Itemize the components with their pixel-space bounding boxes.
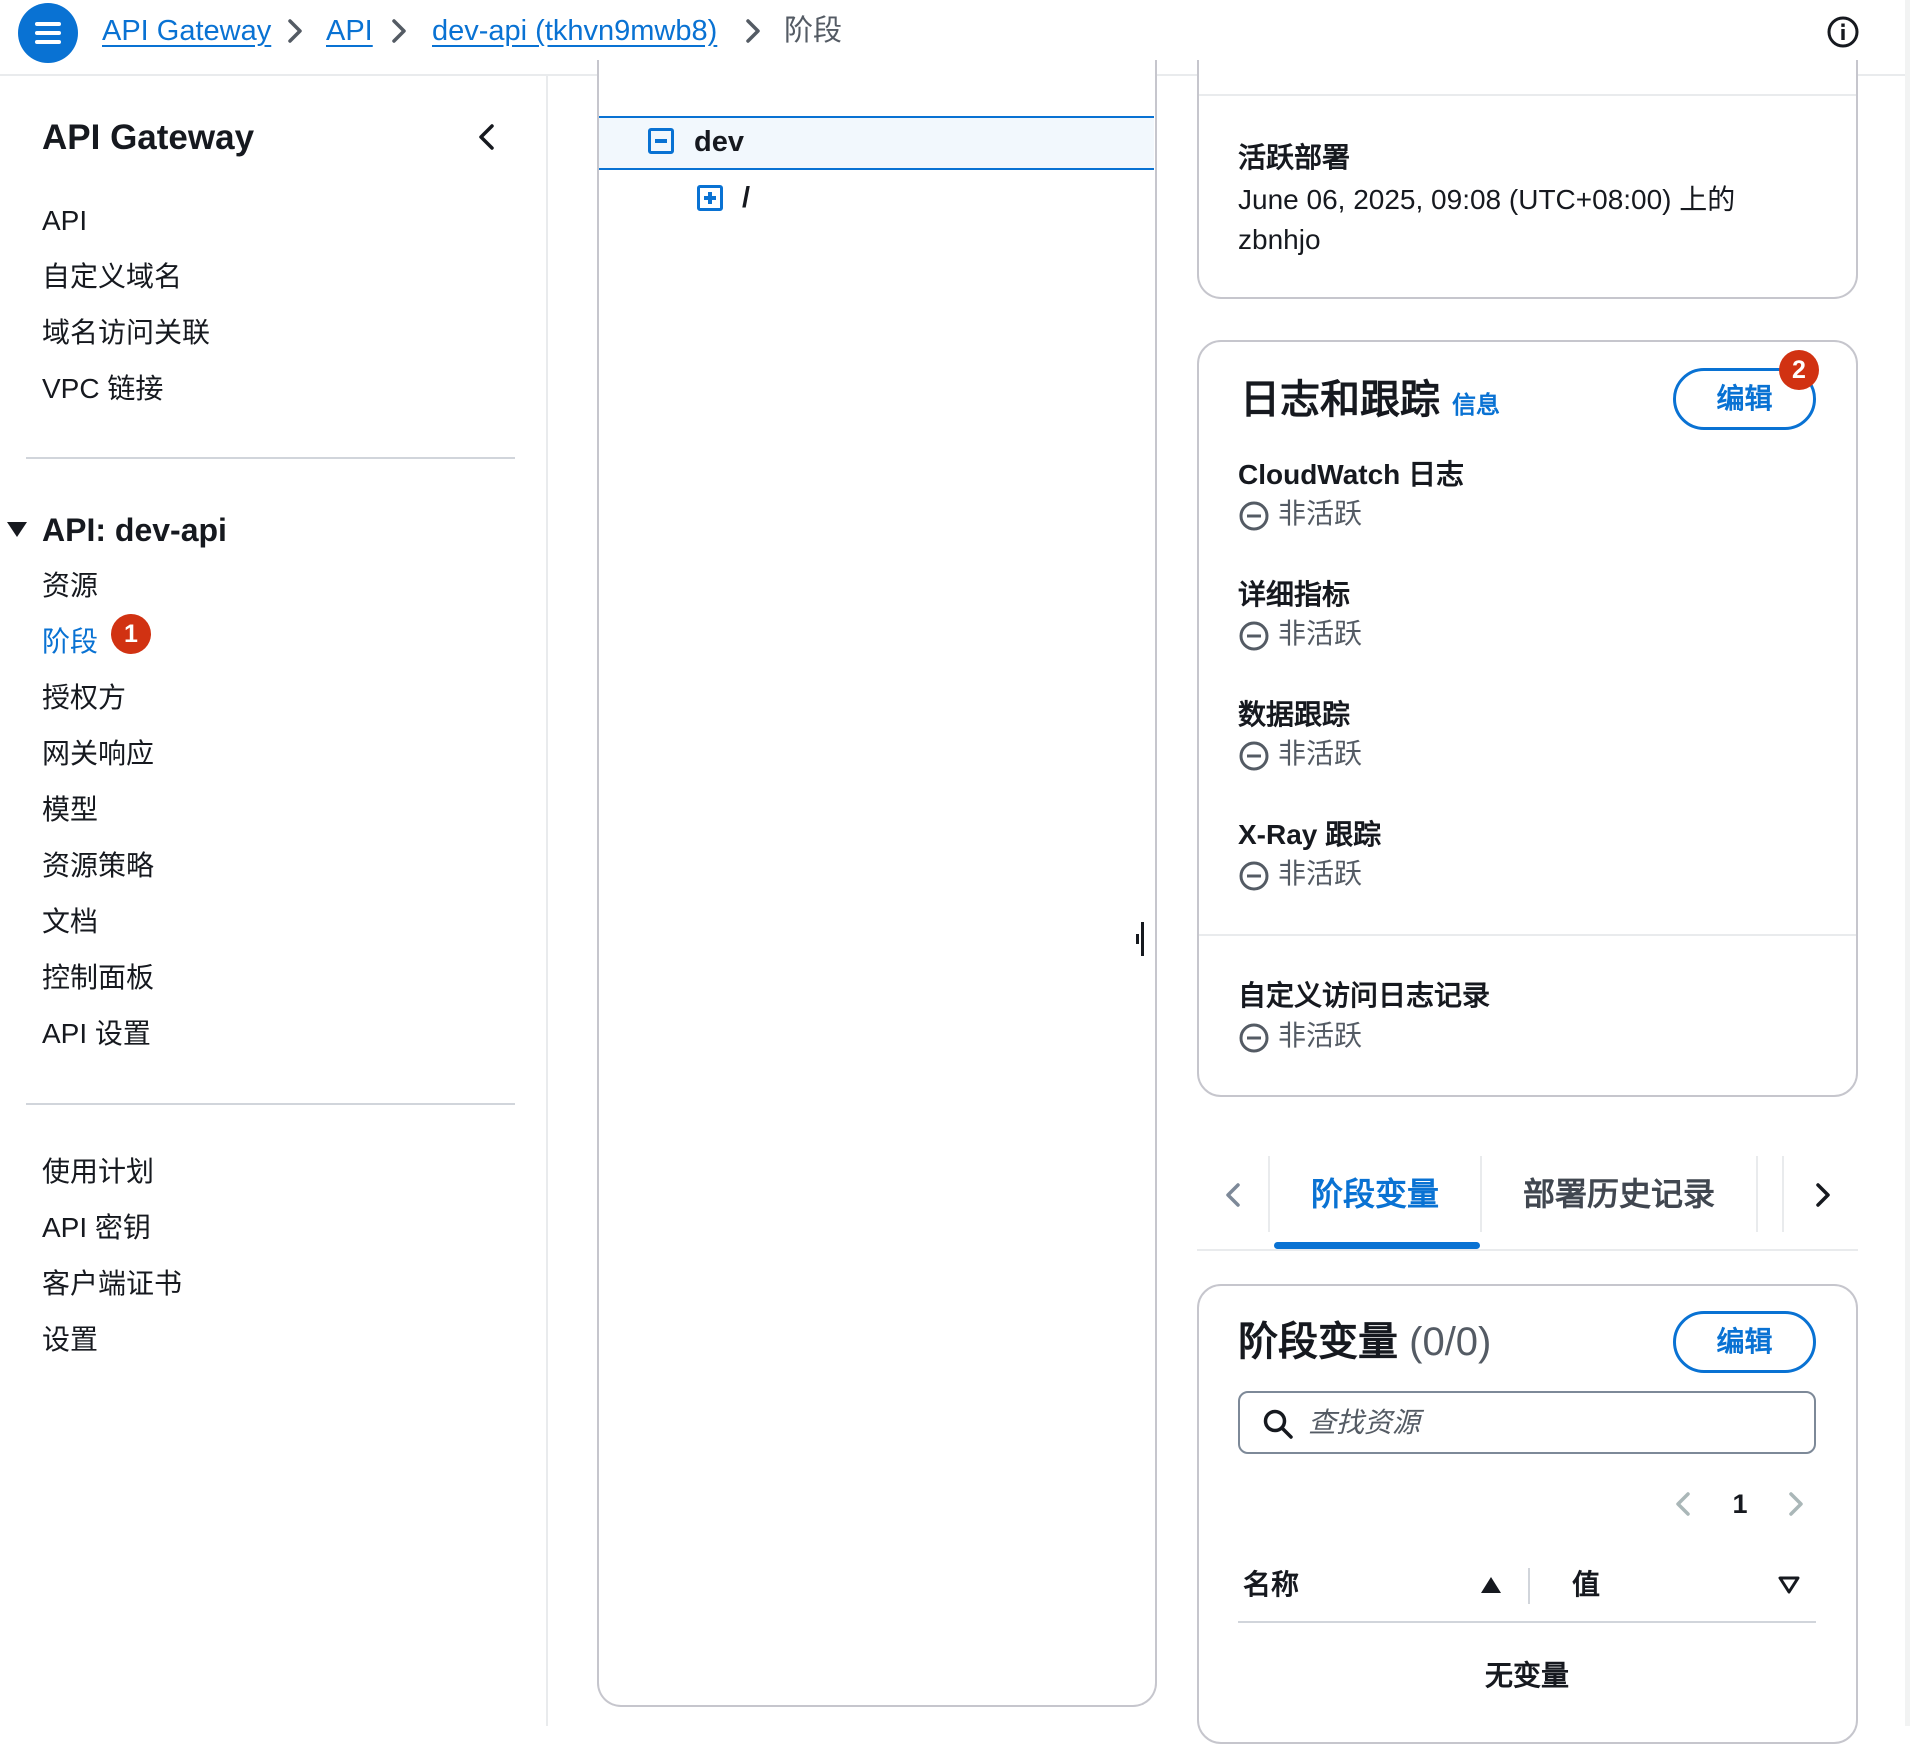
annotation-badge: 2 [1779,350,1819,390]
tab-separator [1480,1156,1482,1232]
tree-expand-icon[interactable] [697,185,723,211]
tree-collapse-icon[interactable] [648,128,674,154]
logs-tracing-title: 日志和跟踪 [1240,378,1440,422]
info-circle-icon[interactable] [1826,15,1860,49]
sidebar-item-stages[interactable]: 阶段 [42,624,98,660]
search-icon [1263,1409,1293,1439]
breadcrumb-api-gateway[interactable]: API Gateway [102,12,271,50]
sidebar-item-gateway-responses[interactable]: 网关响应 [42,736,154,772]
empty-state-text: 无变量 [1484,1660,1569,1691]
panel-resize-handle[interactable] [1136,922,1146,956]
page-scrollbar[interactable] [1905,0,1910,1726]
chevron-right-icon[interactable] [1810,1175,1836,1215]
status-text: 非活跃 [1278,738,1363,769]
breadcrumb-current-stages: 阶段 [784,15,843,47]
sidebar-item-authorizers[interactable]: 授权方 [42,680,126,716]
chevron-right-icon [392,19,406,43]
stage-variables-count: (0/0) [1409,1320,1492,1364]
sidebar-item-api-settings[interactable]: API 设置 [42,1016,151,1052]
sidebar-item-apis[interactable]: API [42,203,87,239]
stage-tree-panel [597,60,1157,1707]
status-negative-icon [1239,1023,1269,1053]
data-tracing-label: 数据跟踪 [1238,699,1351,730]
card-divider [1199,94,1856,96]
status-negative-icon [1239,741,1269,771]
table-header-divider [1238,1621,1816,1623]
active-deployment-label: 活跃部署 [1238,142,1351,173]
stage-variables-heading: 阶段变量 [1238,1320,1398,1364]
side-nav-title: API Gateway [42,118,255,157]
breadcrumb-dev-api[interactable]: dev-api (tkhvn9mwb8) [432,12,717,50]
sidebar-item-client-certificates[interactable]: 客户端证书 [42,1266,182,1302]
tree-label-resource[interactable]: / [742,180,750,216]
status-text: 非活跃 [1278,618,1363,649]
chevron-right-icon[interactable] [1785,1486,1807,1522]
chevron-right-icon [746,19,760,43]
detailed-metrics-label: 详细指标 [1238,579,1351,610]
chevron-left-icon[interactable] [1220,1175,1246,1215]
tab-separator [1268,1156,1270,1232]
sidebar-item-dashboard[interactable]: 控制面板 [42,960,154,996]
info-link[interactable]: 信息 [1452,390,1500,422]
status-text: 非活跃 [1278,498,1363,529]
cloudwatch-logs-label: CloudWatch 日志 [1238,459,1465,490]
stage-variables-title: 阶段变量 (0/0) [1238,1316,1491,1368]
sort-descending-icon[interactable] [1778,1576,1800,1594]
tab-stage-variables[interactable]: 阶段变量 [1272,1156,1478,1232]
caret-down-icon[interactable] [6,520,28,538]
chevron-left-icon[interactable] [1672,1486,1694,1522]
card-divider [1199,934,1856,936]
menu-button[interactable] [18,3,78,63]
sidebar-item-settings[interactable]: 设置 [42,1322,98,1358]
stage-variables-edit-button[interactable]: 编辑 [1673,1311,1816,1373]
column-header-value[interactable]: 值 [1572,1565,1600,1605]
sidebar-item-vpc-links[interactable]: VPC 链接 [42,371,163,407]
tabs-divider [1197,1249,1858,1251]
tab-separator [1782,1156,1784,1232]
active-tab-indicator [1274,1242,1480,1249]
sidebar-item-resource-policy[interactable]: 资源策略 [42,848,154,884]
status-negative-icon [1239,861,1269,891]
sidebar-divider [26,1103,515,1105]
sidebar-item-custom-domains[interactable]: 自定义域名 [42,259,182,295]
sidebar-item-models[interactable]: 模型 [42,792,98,828]
sidebar-item-api-keys[interactable]: API 密钥 [42,1210,151,1246]
custom-access-log-label: 自定义访问日志记录 [1238,980,1491,1011]
annotation-badge: 1 [111,614,151,654]
sidebar-divider [26,457,515,459]
sidebar-item-domain-access-associations[interactable]: 域名访问关联 [42,315,210,351]
status-text: 非活跃 [1278,1020,1363,1051]
tab-separator [1756,1156,1758,1232]
sidebar-item-documentation[interactable]: 文档 [42,904,98,940]
status-negative-icon [1239,501,1269,531]
status-negative-icon [1239,621,1269,651]
chevron-right-icon [288,19,302,43]
search-input[interactable] [1306,1394,1810,1452]
tree-label-stage[interactable]: dev [694,124,744,160]
xray-tracing-label: X-Ray 跟踪 [1238,819,1382,850]
api-section-title[interactable]: API: dev-api [42,510,227,550]
pagination-page-number[interactable]: 1 [1726,1484,1754,1524]
active-deployment-value: June 06, 2025, 09:08 (UTC+08:00) 上的 zbnh… [1238,184,1736,255]
tab-deployment-history[interactable]: 部署历史记录 [1484,1156,1754,1232]
sort-ascending-icon[interactable] [1480,1576,1502,1594]
chevron-left-icon[interactable] [470,118,504,156]
status-text: 非活跃 [1278,858,1363,889]
tree-row-stage-dev[interactable] [599,116,1154,170]
sidebar-item-resources[interactable]: 资源 [42,568,98,604]
sidebar-item-usage-plans[interactable]: 使用计划 [42,1154,154,1190]
column-header-name[interactable]: 名称 [1243,1565,1299,1605]
column-resizer[interactable] [1528,1568,1530,1604]
breadcrumb-api[interactable]: API [326,12,373,50]
